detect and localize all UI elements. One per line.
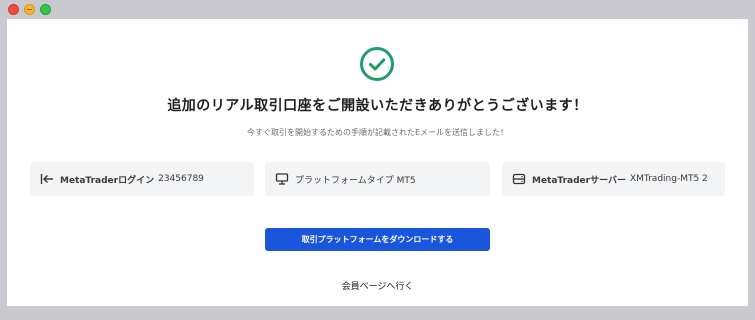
minimize-window-button[interactable]	[24, 4, 35, 15]
close-window-button[interactable]	[8, 4, 19, 15]
mt-server-value: XMTrading-MT5 2	[630, 174, 708, 184]
server-icon	[512, 173, 526, 185]
email-sent-message: 今すぐ取引を開始するための手順が記載されたEメールを送信しました！	[246, 128, 509, 137]
member-page-link[interactable]: 会員ページへ行く	[342, 282, 414, 292]
mt-login-label: MetaTraderログイン	[60, 175, 155, 186]
login-arrow-icon	[40, 173, 54, 185]
title-bar	[0, 0, 755, 19]
member-page-link-row: 会員ページへ行く	[7, 279, 748, 292]
platform-type-card: プラットフォームタイプ MT5	[265, 162, 490, 196]
app-window: 追加のリアル取引口座をご開設いただきありがとうございます！ 今すぐ取引を開始する…	[0, 0, 755, 320]
page-title: 追加のリアル取引口座をご開設いただきありがとうございます！	[167, 98, 588, 114]
monitor-icon	[275, 173, 289, 185]
maximize-window-button[interactable]	[40, 4, 51, 15]
check-circle-icon	[360, 47, 394, 81]
platform-type-value: プラットフォームタイプ MT5	[295, 175, 416, 186]
mt-login-card: MetaTraderログイン 23456789	[30, 162, 254, 196]
download-platform-button[interactable]: 取引プラットフォームをダウンロードする	[265, 228, 490, 251]
confirmation-panel: 追加のリアル取引口座をご開設いただきありがとうございます！ 今すぐ取引を開始する…	[7, 19, 748, 306]
mt-server-card: MetaTraderサーバー XMTrading-MT5 2	[502, 162, 725, 196]
mt-server-label: MetaTraderサーバー	[532, 175, 626, 186]
mt-login-value: 23456789	[158, 174, 204, 184]
